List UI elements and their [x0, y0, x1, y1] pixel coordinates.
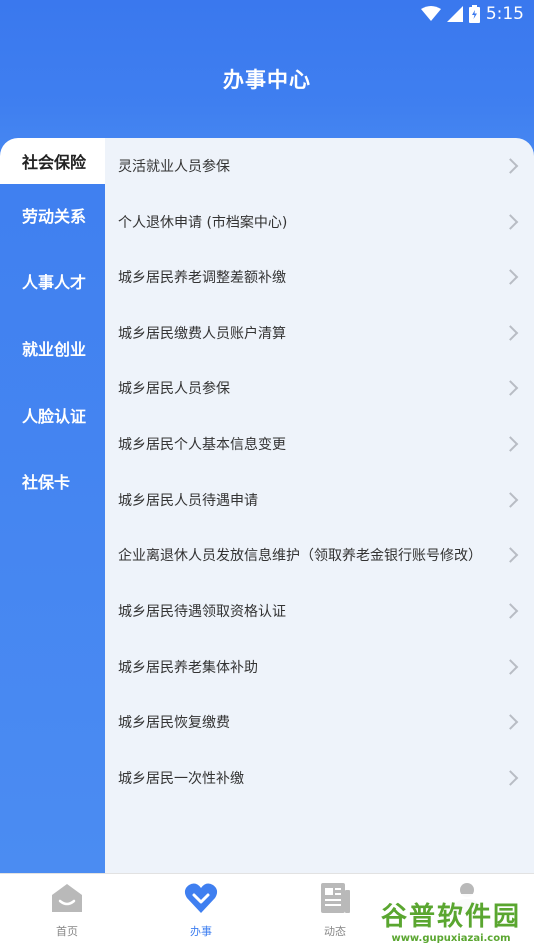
watermark-url: www.gupuxiazai.com: [391, 933, 511, 944]
sidebar-item-labor-relations[interactable]: 劳动关系: [0, 192, 105, 238]
chevron-right-icon: [502, 324, 519, 341]
list-item-label: 城乡居民人员待遇申请: [118, 492, 258, 509]
sidebar-item-employment[interactable]: 就业创业: [0, 325, 105, 371]
chevron-right-icon: [502, 658, 519, 675]
tab-label: 办事: [190, 925, 212, 938]
list-item-label: 灵活就业人员参保: [118, 158, 230, 175]
wifi-icon: [420, 6, 441, 21]
sidebar-item-social-insurance[interactable]: 社会保险: [0, 138, 105, 184]
list-item-label: 城乡居民养老调整差额补缴: [118, 269, 286, 286]
list-item-label: 城乡居民一次性补缴: [118, 770, 244, 787]
list-item-label: 城乡居民缴费人员账户清算: [118, 325, 286, 342]
watermark-logo: 谷普软件园 www.gupuxiazai.com: [372, 894, 530, 946]
list-item[interactable]: 个人退休申请 (市档案中心): [105, 194, 534, 249]
list-item[interactable]: 城乡居民养老集体补助: [105, 639, 534, 694]
chevron-right-icon: [502, 157, 519, 174]
list-item-label: 城乡居民养老集体补助: [118, 659, 258, 676]
heart-icon: [184, 883, 218, 913]
watermark-text: 谷普软件园: [380, 902, 521, 932]
chevron-right-icon: [502, 602, 519, 619]
list-item[interactable]: 城乡居民养老调整差额补缴: [105, 249, 534, 304]
sidebar-item-label: 社保卡: [22, 473, 71, 492]
list-item[interactable]: 城乡居民人员待遇申请: [105, 472, 534, 527]
status-time: 5:15: [485, 4, 524, 24]
status-bar: 5:15: [0, 0, 534, 28]
chevron-right-icon: [502, 546, 519, 563]
list-item-label: 企业离退休人员发放信息维护（领取养老金银行账号修改）: [118, 547, 482, 564]
tab-services[interactable]: 办事: [134, 874, 268, 950]
chevron-right-icon: [502, 435, 519, 452]
home-icon: [52, 884, 82, 912]
signal-icon: [446, 6, 463, 22]
list-item[interactable]: 城乡居民一次性补缴: [105, 750, 534, 805]
sidebar-item-label: 人事人才: [22, 273, 87, 292]
page-title: 办事中心: [223, 68, 311, 92]
sidebar-item-personnel-talent[interactable]: 人事人才: [0, 258, 105, 304]
list-item[interactable]: 城乡居民缴费人员账户清算: [105, 305, 534, 360]
list-item[interactable]: 灵活就业人员参保: [105, 138, 534, 193]
sidebar-item-social-card[interactable]: 社保卡: [0, 458, 105, 504]
news-icon: [321, 883, 350, 913]
chevron-right-icon: [502, 491, 519, 508]
list-item-label: 城乡居民恢复缴费: [118, 714, 230, 731]
service-list: 灵活就业人员参保 个人退休申请 (市档案中心) 城乡居民养老调整差额补缴 城乡居…: [105, 138, 534, 873]
sidebar-item-label: 就业创业: [22, 340, 87, 359]
list-item-label: 城乡居民人员参保: [118, 380, 230, 397]
list-item[interactable]: 企业离退休人员发放信息维护（领取养老金银行账号修改）: [105, 527, 534, 582]
tab-label: 动态: [324, 925, 346, 938]
list-item[interactable]: 城乡居民人员参保: [105, 360, 534, 415]
battery-icon: [468, 5, 480, 23]
sidebar: 社会保险 劳动关系 人事人才 就业创业 人脸认证 社保卡: [0, 138, 105, 873]
list-item-label: 城乡居民待遇领取资格认证: [118, 603, 286, 620]
chevron-right-icon: [502, 379, 519, 396]
chevron-right-icon: [502, 213, 519, 230]
tab-label: 首页: [56, 925, 78, 938]
list-item[interactable]: 城乡居民个人基本信息变更: [105, 416, 534, 471]
sidebar-item-label: 劳动关系: [22, 207, 87, 226]
chevron-right-icon: [502, 713, 519, 730]
list-item[interactable]: 城乡居民待遇领取资格认证: [105, 583, 534, 638]
list-item[interactable]: 城乡居民恢复缴费: [105, 694, 534, 749]
chevron-right-icon: [502, 268, 519, 285]
sidebar-item-label: 社会保险: [22, 153, 87, 172]
list-item-label: 城乡居民个人基本信息变更: [118, 436, 286, 453]
sidebar-item-label: 人脸认证: [22, 407, 87, 426]
sidebar-item-face-auth[interactable]: 人脸认证: [0, 392, 105, 438]
tab-home[interactable]: 首页: [0, 874, 134, 950]
list-item-label: 个人退休申请 (市档案中心): [118, 214, 288, 231]
chevron-right-icon: [502, 769, 519, 786]
